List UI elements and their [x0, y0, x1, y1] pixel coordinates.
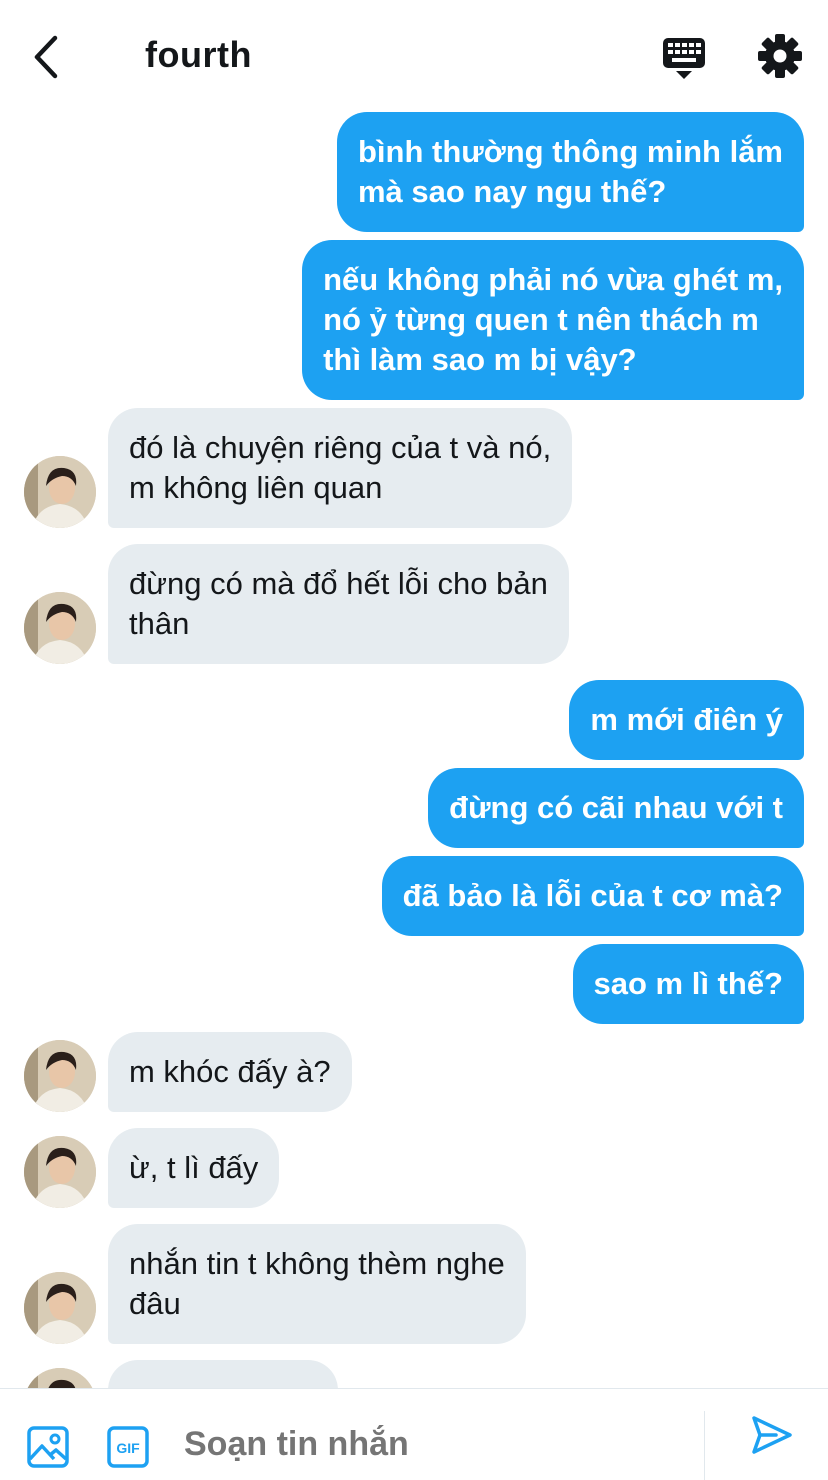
message-text: m khóc đấy à?: [129, 1054, 331, 1089]
avatar-photo: [24, 1136, 96, 1208]
avatar-photo: [24, 592, 96, 664]
gif-label: GIF: [116, 1440, 140, 1456]
outgoing-message-bubble[interactable]: sao m lì thế?: [572, 944, 804, 1024]
send-icon: [752, 1416, 792, 1454]
outgoing-message-bubble[interactable]: m mới điên ý: [569, 680, 804, 760]
message-text: đó là chuyện riêng của t và nó, m không …: [129, 430, 552, 505]
message-text: m mới điên ý: [590, 702, 783, 737]
outgoing-message-bubble[interactable]: đã bảo là lỗi của t cơ mà?: [381, 856, 804, 936]
message-text: nhắn tin t không thèm nghe đâu: [129, 1246, 505, 1321]
incoming-message-bubble[interactable]: nhắn tin t không thèm nghe đâu: [108, 1224, 526, 1344]
keyboard-button[interactable]: [660, 34, 708, 82]
avatar[interactable]: [24, 1136, 96, 1208]
message-text: sao m lì thế?: [593, 966, 783, 1001]
message-text: đã bảo là lỗi của t cơ mà?: [402, 878, 783, 913]
avatar[interactable]: [24, 1368, 96, 1388]
avatar-photo: [24, 1272, 96, 1344]
outgoing-message-bubble[interactable]: bình thường thông minh lắm mà sao nay ng…: [336, 112, 804, 232]
chevron-left-icon: [34, 35, 58, 79]
message-input[interactable]: [184, 1419, 684, 1469]
avatar-photo: [24, 456, 96, 528]
avatar[interactable]: [24, 456, 96, 528]
avatar[interactable]: [24, 1040, 96, 1112]
avatar[interactable]: [24, 592, 96, 664]
incoming-message-bubble[interactable]: m khóc đấy à?: [108, 1032, 352, 1112]
message-text: ừ, t lì đấy: [129, 1150, 259, 1185]
incoming-message-bubble[interactable]: ừ, t lì đấy: [108, 1128, 280, 1208]
incoming-message-bubble[interactable]: đừng có mà đổ hết lỗi cho bản thân: [108, 544, 569, 664]
composer-divider: [704, 1411, 705, 1480]
avatar-photo: [24, 1040, 96, 1112]
incoming-message-bubble[interactable]: đó là chuyện riêng của t và nó, m không …: [108, 408, 573, 528]
back-button[interactable]: [22, 30, 70, 84]
message-text: bình thường thông minh lắm mà sao nay ng…: [357, 134, 783, 209]
avatar[interactable]: [24, 1272, 96, 1344]
message-text: đừng có cãi nhau với t: [449, 790, 783, 825]
message-list[interactable]: bình thường thông minh lắm mà sao nay ng…: [0, 100, 828, 1388]
avatar-photo: [24, 1368, 96, 1388]
outgoing-message-bubble[interactable]: đừng có cãi nhau với t: [428, 768, 804, 848]
message-text: đừng có mà đổ hết lỗi cho bản thân: [129, 566, 548, 641]
send-button[interactable]: [750, 1413, 794, 1457]
gear-icon: [758, 34, 802, 78]
incoming-message-bubble[interactable]: [108, 1360, 338, 1388]
gif-icon: GIF: [107, 1426, 149, 1468]
outgoing-message-bubble[interactable]: nếu không phải nó vừa ghét m, nó ỷ từng …: [302, 240, 804, 400]
settings-button[interactable]: [756, 32, 804, 80]
add-gif-button[interactable]: GIF: [106, 1425, 150, 1469]
message-text: nếu không phải nó vừa ghét m, nó ỷ từng …: [323, 262, 783, 377]
keyboard-icon: [663, 38, 705, 79]
image-icon: [27, 1426, 69, 1468]
message-composer: GIF: [0, 1388, 828, 1480]
conversation-title: fourth: [145, 34, 252, 75]
conversation-header: fourth: [0, 0, 828, 112]
add-photo-button[interactable]: [26, 1425, 70, 1469]
